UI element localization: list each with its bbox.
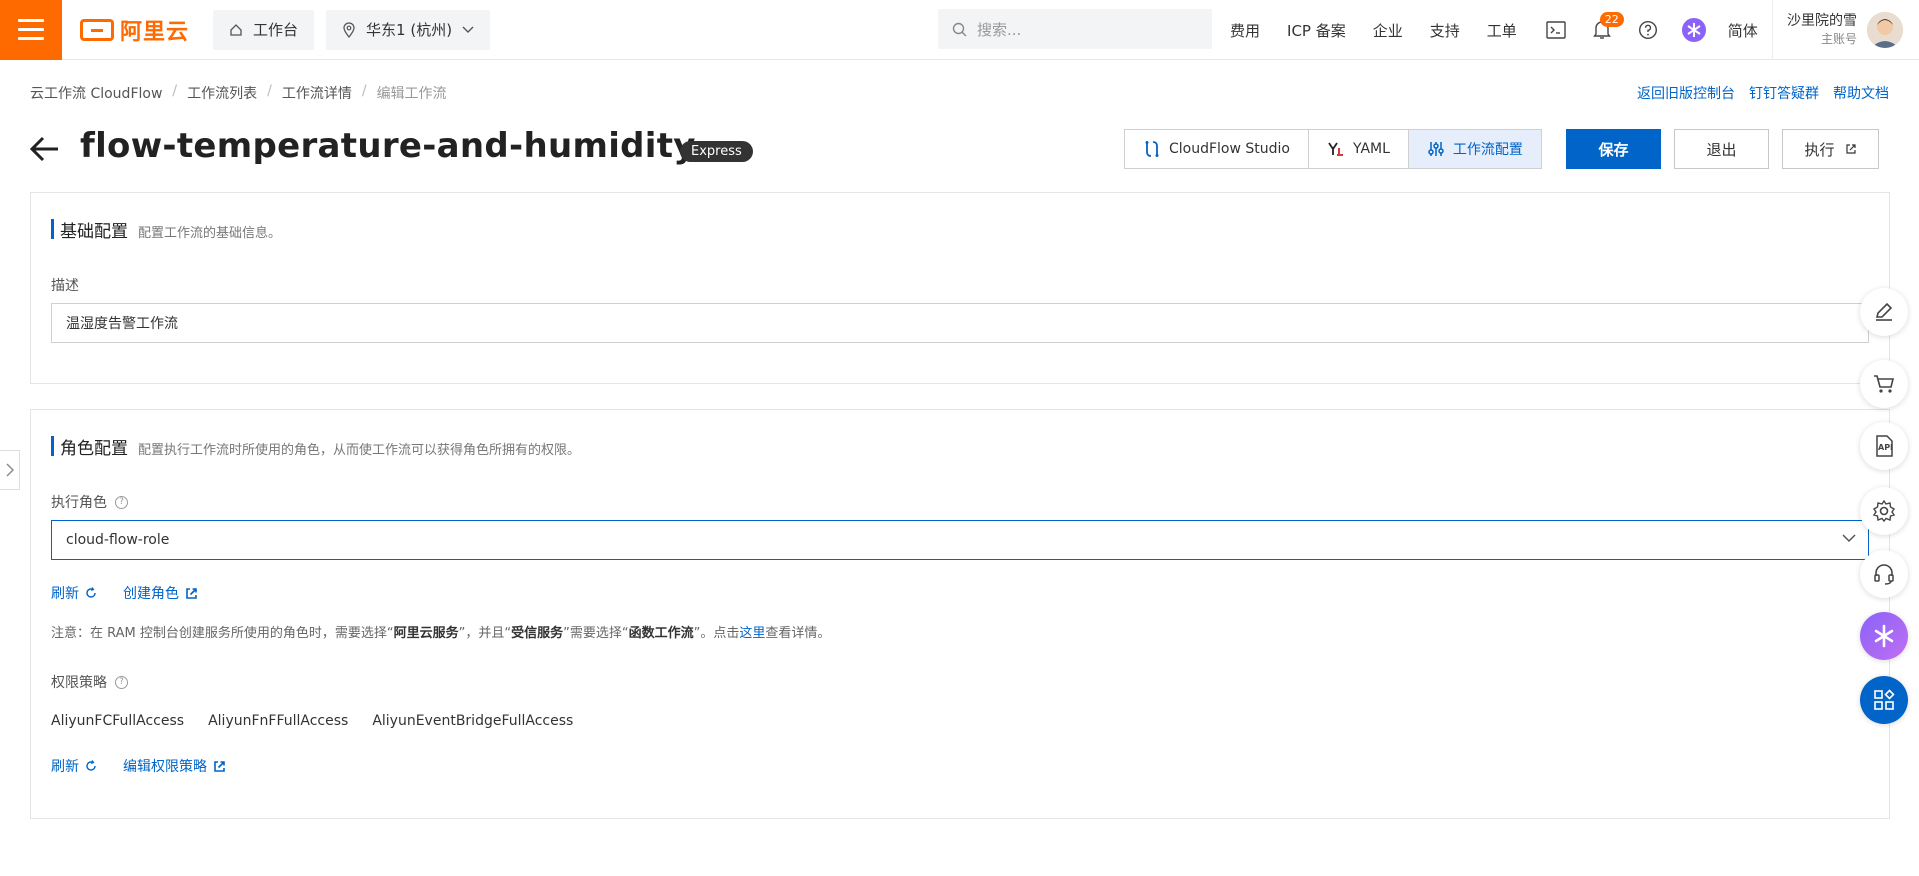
api-tool[interactable]: API xyxy=(1860,422,1908,470)
settings-tool[interactable] xyxy=(1860,487,1908,535)
breadcrumb: 云工作流 CloudFlow / 工作流列表 / 工作流详情 / 编辑工作流 xyxy=(30,83,447,103)
role-note: 注意：在 RAM 控制台创建服务所使用的角色时，需要选择“阿里云服务”，并且“受… xyxy=(51,626,831,641)
location-pin-icon xyxy=(343,21,355,38)
policy-item: AliyunFnFFullAccess xyxy=(208,713,349,729)
ai-spark-icon xyxy=(1874,624,1894,648)
cart-tool[interactable] xyxy=(1860,360,1908,408)
breadcrumb-flow-list[interactable]: 工作流列表 xyxy=(187,83,257,103)
policy-item: AliyunEventBridgeFullAccess xyxy=(372,713,574,729)
breadcrumb-flow-detail[interactable]: 工作流详情 xyxy=(282,83,352,103)
edit-policy-link[interactable]: 编辑权限策略 xyxy=(123,756,226,776)
tab-workflow-config[interactable]: 工作流配置 xyxy=(1408,130,1541,168)
home-icon xyxy=(230,23,242,36)
header-help-links: 返回旧版控制台 钉钉答疑群 帮助文档 xyxy=(1637,83,1889,103)
region-selector[interactable]: 华东1 (杭州) xyxy=(326,9,491,50)
link-billing[interactable]: 费用 xyxy=(1230,20,1260,41)
tab-yaml[interactable]: YAML xyxy=(1309,130,1409,168)
role-config-desc: 配置执行工作流时所使用的角色，从而使工作流可以获得角色所拥有的权限。 xyxy=(138,443,581,458)
external-link-icon xyxy=(186,587,197,599)
policy-list: AliyunFCFullAccess AliyunFnFFullAccess A… xyxy=(51,713,573,729)
link-ticket[interactable]: 工单 xyxy=(1487,20,1517,41)
breadcrumb-current: 编辑工作流 xyxy=(376,86,447,102)
external-link-icon xyxy=(1845,144,1856,154)
description-input[interactable]: 温湿度告警工作流 xyxy=(51,303,1869,343)
refresh-icon xyxy=(86,587,96,598)
user-account-menu[interactable]: 沙里院的雪 主账号 xyxy=(1772,0,1903,60)
breadcrumb-cloudflow[interactable]: 云工作流 CloudFlow xyxy=(30,83,162,103)
gear-icon xyxy=(1872,499,1896,523)
link-support[interactable]: 支持 xyxy=(1430,20,1460,41)
pencil-icon xyxy=(1875,302,1893,321)
hamburger-menu-button[interactable] xyxy=(0,0,62,60)
shopping-cart-icon xyxy=(1874,375,1895,393)
description-label: 描述 xyxy=(51,278,79,294)
link-dingtalk-group[interactable]: 钉钉答疑群 xyxy=(1749,83,1819,103)
question-mark-icon[interactable]: ? xyxy=(115,675,128,689)
back-arrow-icon[interactable] xyxy=(28,132,62,166)
language-switch[interactable]: 简体 xyxy=(1728,20,1758,41)
page-title: flow-temperature-and-humidity-... xyxy=(80,126,750,166)
flow-studio-icon xyxy=(1145,141,1159,157)
svg-text:API: API xyxy=(1878,443,1893,452)
notification-count-badge: 22 xyxy=(1599,12,1624,27)
link-old-console[interactable]: 返回旧版控制台 xyxy=(1637,83,1735,103)
role-config-title: 角色配置 xyxy=(60,439,128,459)
headset-icon xyxy=(1874,564,1894,585)
customer-service-tool[interactable] xyxy=(1860,550,1908,598)
exit-button[interactable]: 退出 xyxy=(1674,129,1769,169)
terminal-icon[interactable] xyxy=(1544,18,1568,42)
yaml-file-icon xyxy=(1328,142,1343,156)
policy-item: AliyunFCFullAccess xyxy=(51,713,185,729)
note-detail-link[interactable]: 这里 xyxy=(739,626,765,641)
settings-sliders-icon xyxy=(1428,142,1444,156)
top-right-links: 费用 ICP 备案 企业 支持 工单 22 简体 xyxy=(1230,0,1785,60)
notification-bell-icon[interactable]: 22 xyxy=(1590,12,1624,42)
ai-assistant-tool[interactable] xyxy=(1860,612,1908,660)
refresh-icon xyxy=(86,760,96,771)
express-type-badge: Express xyxy=(680,141,753,162)
link-icp[interactable]: ICP 备案 xyxy=(1287,20,1346,41)
chevron-down-icon xyxy=(462,26,474,33)
edit-feedback-tool[interactable] xyxy=(1860,288,1908,336)
ai-assistant-icon[interactable] xyxy=(1681,18,1706,42)
sidebar-expand-handle[interactable] xyxy=(0,450,20,490)
workbench-button[interactable]: 工作台 xyxy=(213,9,315,50)
basic-config-card: 基础配置 配置工作流的基础信息。 描述 温湿度告警工作流 xyxy=(30,192,1890,384)
execution-role-select[interactable]: cloud-flow-role xyxy=(51,520,1869,560)
avatar xyxy=(1867,12,1903,48)
question-mark-icon[interactable]: ? xyxy=(115,495,128,509)
user-name: 沙里院的雪 xyxy=(1787,13,1857,29)
search-icon xyxy=(952,22,967,36)
create-role-link[interactable]: 创建角色 xyxy=(123,583,198,603)
search-input[interactable]: 搜索... xyxy=(938,9,1212,49)
user-role: 主账号 xyxy=(1820,32,1857,46)
aliyun-logo-icon xyxy=(80,18,114,41)
chevron-right-icon xyxy=(6,463,14,477)
save-button[interactable]: 保存 xyxy=(1566,129,1661,169)
aliyun-logo[interactable]: 阿里云 xyxy=(80,0,189,60)
tab-cloudflow-studio[interactable]: CloudFlow Studio xyxy=(1125,130,1309,168)
refresh-roles-button[interactable]: 刷新 xyxy=(51,583,97,603)
role-config-card: 角色配置 配置执行工作流时所使用的角色，从而使工作流可以获得角色所拥有的权限。 … xyxy=(30,409,1890,819)
link-enterprise[interactable]: 企业 xyxy=(1373,20,1403,41)
grid-apps-icon xyxy=(1874,689,1895,710)
editor-mode-tabs: CloudFlow Studio YAML 工作流配置 xyxy=(1124,129,1542,169)
execution-role-label: 执行角色 ? xyxy=(51,492,128,512)
permission-policy-label: 权限策略 ? xyxy=(51,672,128,692)
api-document-icon: API xyxy=(1876,435,1893,457)
refresh-policies-button[interactable]: 刷新 xyxy=(51,756,97,776)
basic-config-desc: 配置工作流的基础信息。 xyxy=(138,226,282,241)
chevron-down-icon xyxy=(1842,534,1856,543)
external-link-icon xyxy=(214,760,225,772)
apps-tool[interactable] xyxy=(1860,676,1908,724)
help-circle-icon[interactable] xyxy=(1636,18,1660,42)
basic-config-title: 基础配置 xyxy=(60,222,128,242)
execute-button[interactable]: 执行 xyxy=(1782,129,1879,169)
link-help-docs[interactable]: 帮助文档 xyxy=(1833,83,1889,103)
